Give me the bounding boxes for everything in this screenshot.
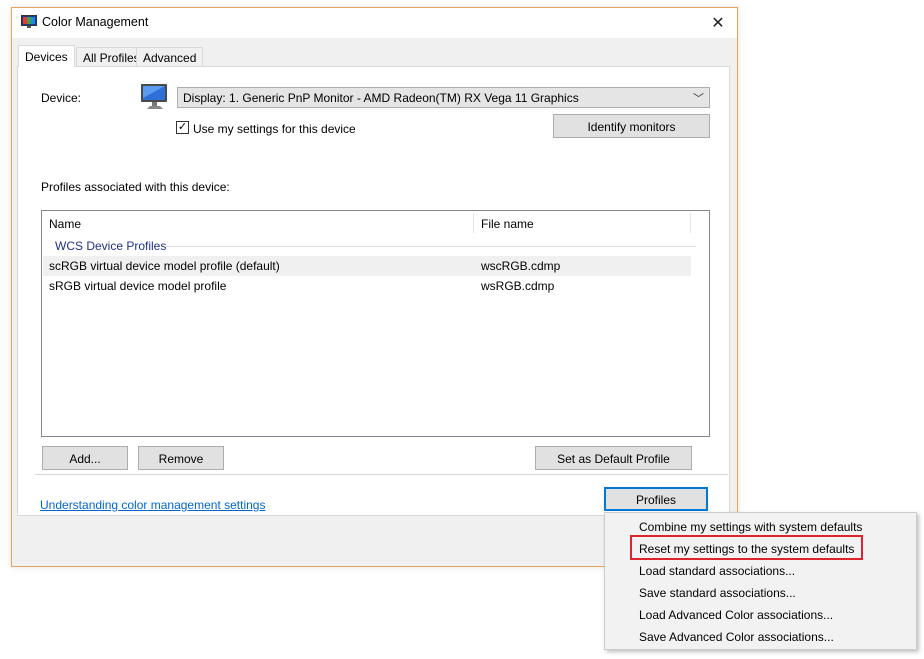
menu-item-load-standard[interactable]: Load standard associations...	[606, 559, 915, 581]
menu-item-load-advanced[interactable]: Load Advanced Color associations...	[606, 603, 915, 625]
add-button[interactable]: Add...	[42, 446, 128, 470]
color-management-window: Color Management ✕ Devices All Profiles …	[11, 7, 738, 567]
table-row[interactable]: sRGB virtual device model profile wsRGB.…	[43, 276, 691, 296]
profiles-menu: Combine my settings with system defaults…	[604, 512, 917, 650]
understanding-color-management-link[interactable]: Understanding color management settings	[40, 498, 265, 512]
close-icon: ✕	[711, 15, 725, 32]
footer-divider	[35, 474, 728, 475]
group-header[interactable]: WCS Device Profiles	[55, 239, 166, 253]
chevron-down-icon: ﹀	[693, 93, 704, 105]
column-divider[interactable]	[690, 213, 691, 233]
menu-item-reset-settings[interactable]: Reset my settings to the system defaults	[606, 537, 915, 559]
row-file: wscRGB.cdmp	[481, 259, 561, 273]
tab-advanced[interactable]: Advanced	[136, 47, 204, 66]
close-button[interactable]: ✕	[707, 12, 729, 34]
group-divider	[166, 246, 696, 247]
column-header-file-name[interactable]: File name	[481, 217, 534, 231]
column-header-name[interactable]: Name	[49, 217, 81, 231]
use-my-settings-label: Use my settings for this device	[193, 122, 356, 136]
set-default-profile-button[interactable]: Set as Default Profile	[535, 446, 692, 470]
window-title: Color Management	[42, 15, 149, 29]
list-header: Name File name	[42, 211, 709, 235]
devices-panel: Device: Display: 1. Generic PnP Monitor …	[17, 66, 730, 516]
device-select[interactable]: Display: 1. Generic PnP Monitor - AMD Ra…	[177, 87, 710, 108]
monitor-icon	[141, 84, 167, 109]
table-row[interactable]: scRGB virtual device model profile (defa…	[43, 256, 691, 276]
menu-item-save-standard[interactable]: Save standard associations...	[606, 581, 915, 603]
profiles-list[interactable]: Name File name WCS Device Profiles scRGB…	[41, 210, 710, 437]
profiles-button[interactable]: Profiles	[604, 487, 708, 511]
use-my-settings-checkbox[interactable]: ✓	[176, 121, 189, 134]
color-management-icon	[21, 15, 37, 28]
device-label: Device:	[41, 91, 82, 105]
row-name: scRGB virtual device model profile (defa…	[49, 259, 280, 273]
identify-monitors-button[interactable]: Identify monitors	[553, 114, 710, 138]
device-select-value: Display: 1. Generic PnP Monitor - AMD Ra…	[183, 91, 579, 105]
menu-item-save-advanced[interactable]: Save Advanced Color associations...	[606, 625, 915, 647]
profiles-section-label: Profiles associated with this device:	[41, 180, 230, 194]
column-divider[interactable]	[473, 213, 474, 233]
tab-devices[interactable]: Devices	[18, 45, 75, 67]
remove-button[interactable]: Remove	[138, 446, 224, 470]
row-name: sRGB virtual device model profile	[49, 279, 227, 293]
title-bar[interactable]: Color Management ✕	[12, 8, 737, 38]
row-file: wsRGB.cdmp	[481, 279, 555, 293]
menu-item-combine-settings[interactable]: Combine my settings with system defaults	[606, 515, 915, 537]
